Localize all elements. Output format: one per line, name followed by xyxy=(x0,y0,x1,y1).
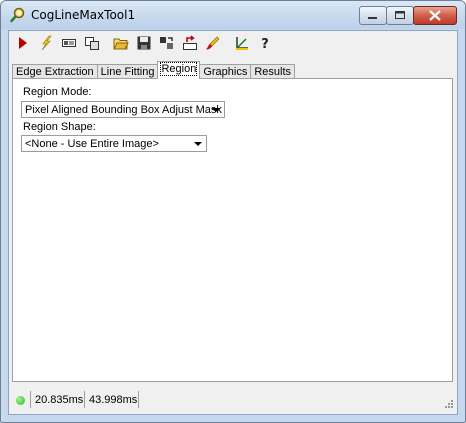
tab-region[interactable]: Region xyxy=(157,61,201,79)
copy-properties-button[interactable] xyxy=(156,32,178,54)
tab-label: Region xyxy=(160,62,198,76)
electric-button[interactable] xyxy=(35,32,57,54)
region-shape-label: Region Shape: xyxy=(23,121,96,133)
total-time: 43.998ms xyxy=(89,394,138,406)
reset-icon xyxy=(183,35,197,50)
region-panel: Region Mode: Pixel Aligned Bounding Box … xyxy=(12,78,453,382)
minimize-icon xyxy=(368,17,377,19)
location-button[interactable] xyxy=(231,32,253,54)
image-button[interactable] xyxy=(58,32,80,54)
save-icon xyxy=(137,36,151,50)
graphics-icon xyxy=(206,36,220,50)
electric-icon xyxy=(41,35,52,51)
region-mode-select[interactable]: Pixel Aligned Bounding Box Adjust Mask xyxy=(21,101,225,118)
open-folder-icon xyxy=(113,38,129,50)
location-icon xyxy=(236,37,248,50)
client-area: ? Edge Extraction Line Fitting Region Gr… xyxy=(8,30,458,415)
copy-button[interactable] xyxy=(81,32,103,54)
close-button[interactable] xyxy=(413,6,457,25)
image-icon xyxy=(62,39,76,47)
region-shape-select[interactable]: <None - Use Entire Image> xyxy=(21,135,207,152)
resize-grip-icon[interactable] xyxy=(444,399,454,409)
tab-edge-extraction[interactable]: Edge Extraction xyxy=(12,64,98,79)
svg-text:?: ? xyxy=(261,37,269,51)
region-mode-label: Region Mode: xyxy=(23,86,92,98)
chevron-down-icon xyxy=(194,142,202,146)
title-bar[interactable]: CogLineMaxTool1 xyxy=(1,1,465,29)
chevron-down-icon xyxy=(212,108,220,112)
copy-icon xyxy=(85,37,99,50)
tab-label: Graphics xyxy=(203,66,248,78)
tab-strip: Edge Extraction Line Fitting Region Grap… xyxy=(12,61,296,79)
maximize-icon xyxy=(395,11,405,19)
run-icon xyxy=(19,37,27,49)
tab-line-fitting[interactable]: Line Fitting xyxy=(96,64,159,79)
tab-label: Line Fitting xyxy=(100,66,155,78)
toolbar: ? xyxy=(9,31,457,55)
tab-label: Results xyxy=(254,66,292,78)
run-button[interactable] xyxy=(12,32,34,54)
close-icon xyxy=(429,10,441,21)
maximize-button[interactable] xyxy=(386,6,414,25)
tab-results[interactable]: Results xyxy=(250,64,296,79)
window-title: CogLineMaxTool1 xyxy=(31,8,136,22)
status-led xyxy=(16,396,25,405)
graphics-button[interactable] xyxy=(202,32,224,54)
copy-properties-icon xyxy=(160,37,173,49)
run-time: 20.835ms xyxy=(35,394,84,406)
region-mode-value: Pixel Aligned Bounding Box Adjust Mask xyxy=(25,104,222,116)
tab-label: Edge Extraction xyxy=(16,66,94,78)
region-shape-value: <None - Use Entire Image> xyxy=(25,138,159,150)
help-button[interactable]: ? xyxy=(254,32,276,54)
status-bar: 20.835ms 43.998ms xyxy=(9,388,457,412)
minimize-button[interactable] xyxy=(359,6,387,25)
help-icon: ? xyxy=(261,37,269,51)
save-button[interactable] xyxy=(133,32,155,54)
tab-graphics[interactable]: Graphics xyxy=(199,64,252,79)
tool-window: CogLineMaxTool1 ? Edge Extraction Line F… xyxy=(0,0,466,423)
reset-button[interactable] xyxy=(179,32,201,54)
magnifier-icon xyxy=(10,7,26,23)
open-button[interactable] xyxy=(110,32,132,54)
